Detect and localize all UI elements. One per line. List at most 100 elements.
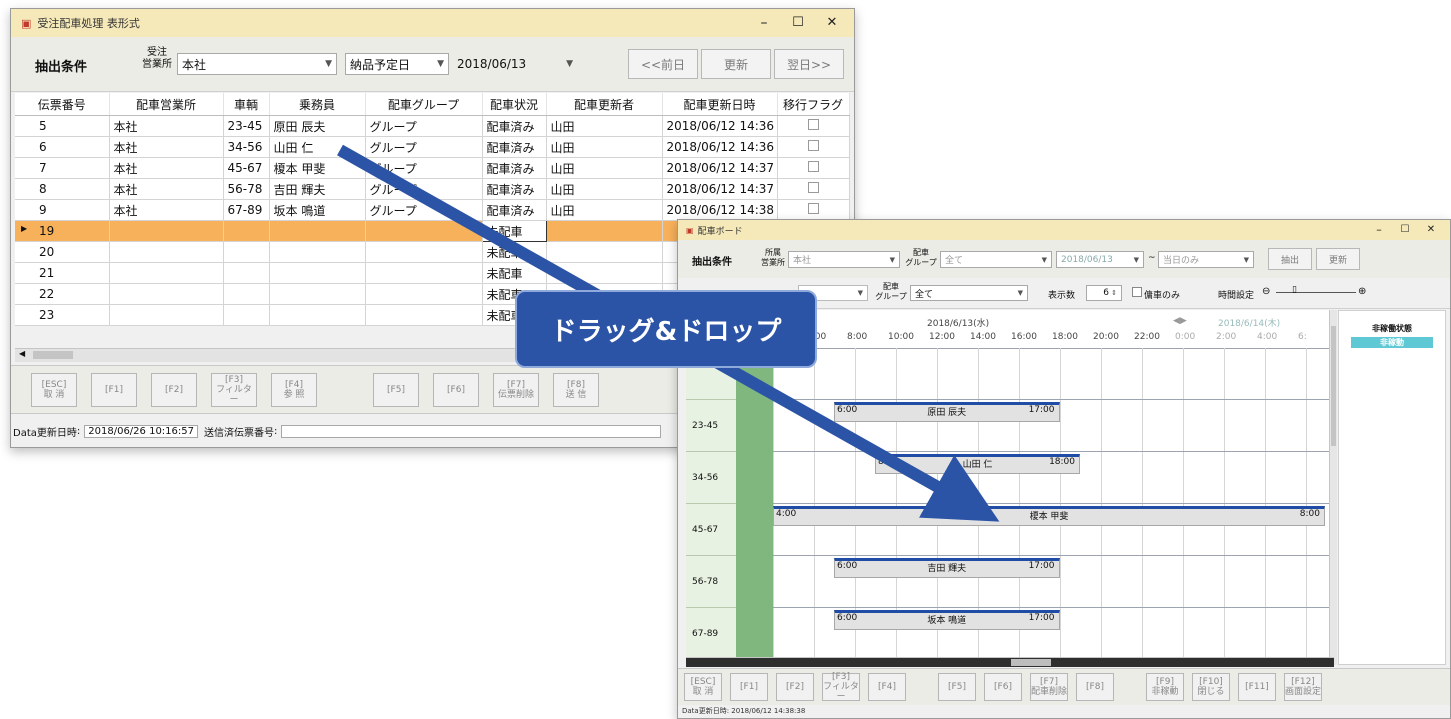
cell-status[interactable]: 配車済み [482, 115, 547, 137]
fkey-f8-button[interactable]: [F8] [1076, 673, 1114, 701]
minimize-icon[interactable]: – [749, 9, 779, 37]
cell-status[interactable]: 配車済み [482, 136, 547, 158]
fkey-f10-button[interactable]: [F10] 閉じる [1192, 673, 1230, 701]
prev-day-button[interactable]: <<前日 [628, 49, 698, 79]
refresh-button[interactable]: 更新 [701, 49, 771, 79]
vehicle-label[interactable]: 34-56 [686, 452, 736, 504]
scroll-thumb[interactable] [33, 351, 73, 359]
fkey-f1-button[interactable]: [F1] [91, 373, 137, 407]
maximize-icon[interactable]: ☐ [783, 9, 813, 37]
horizontal-scrollbar[interactable] [686, 657, 1334, 667]
dispatch-bar[interactable]: 4:00 榎本 甲斐 8:00 [773, 506, 1325, 526]
flag-checkbox[interactable] [807, 203, 819, 214]
group-select[interactable]: 全て ▼ [940, 251, 1052, 268]
table-row[interactable]: 6 本社 34-56 山田 仁グループ 配車済み 山田 2018/06/12 14:36 [15, 136, 850, 158]
group2-select[interactable]: 全て ▼ [910, 285, 1028, 301]
fkey-f4-button[interactable]: [F4] [868, 673, 906, 701]
column-header[interactable]: 配車営業所 [109, 93, 224, 116]
table-row[interactable]: 8 本社 56-78 吉田 輝夫 グループ 配車済み 山田 2018/06/12 14:37 [15, 178, 850, 200]
cell-flag[interactable] [777, 199, 850, 221]
column-header[interactable]: 乗務員 [269, 93, 366, 116]
office-select[interactable]: 本社 ▼ [788, 251, 900, 268]
fkey-f6-button[interactable]: [F6] [433, 373, 479, 407]
dispatch-bar[interactable]: 6:00 吉田 輝夫 17:00 [834, 558, 1060, 578]
table-row[interactable]: 7 本社 45-67 榎本 甲斐 グループ 配車済み 山田 2018/06/12 14:37 [15, 157, 850, 179]
vacant-checkbox[interactable] [1132, 287, 1142, 297]
date-picker[interactable]: 2018/06/13 ▼ [452, 53, 578, 75]
fkey-f1-button[interactable]: [F1] [730, 673, 768, 701]
fkey-f7-button[interactable]: [F7] 伝票削除 [493, 373, 539, 407]
chevron-down-icon: ▼ [1017, 289, 1023, 297]
fkey-f3-button[interactable]: [F3] フィルター [822, 672, 860, 702]
flag-checkbox[interactable] [807, 182, 819, 193]
cell-flag[interactable] [777, 178, 850, 200]
maximize-icon[interactable]: ☐ [1394, 220, 1416, 240]
scroll-thumb[interactable] [1331, 326, 1336, 446]
scroll-thumb[interactable] [1011, 659, 1051, 666]
cell-flag[interactable] [777, 136, 850, 158]
column-header[interactable]: 配車状況 [482, 93, 547, 116]
fkey-f7-button[interactable]: [F7] 配車削除 [1030, 673, 1068, 701]
fkey-f5-button[interactable]: [F5] [373, 373, 419, 407]
column-header[interactable]: 伝票番号 [15, 93, 110, 116]
side-status-badge[interactable]: 非稼動 [1351, 337, 1433, 348]
table-row[interactable]: 5 本社 23-45 原田 辰夫 グループ 配車済み 山田 2018/06/12 14:36 [15, 115, 850, 137]
vehicle-label[interactable]: 67-89 [686, 608, 736, 660]
fkey-f9-button[interactable]: [F9] 非稼動 [1146, 673, 1184, 701]
date-kind-select[interactable]: 納品予定日 ▼ [345, 53, 449, 75]
dispatch-bar[interactable]: 6:00 坂本 鳴道 17:00 [834, 610, 1060, 630]
vehicle-label[interactable]: 23-45 [686, 400, 736, 452]
flag-checkbox[interactable] [807, 161, 819, 172]
minimize-icon[interactable]: – [1368, 220, 1390, 240]
fkey-f8-button[interactable]: [F8] 送 信 [553, 373, 599, 407]
next-day-button[interactable]: 翌日>> [774, 49, 844, 79]
vehicle-label[interactable]: 56-78 [686, 556, 736, 608]
cell-status[interactable]: 未配車 [481, 220, 547, 242]
scroll-left-icon[interactable]: ◀ [19, 349, 25, 358]
dispatch-bar[interactable]: 8:00 山田 仁 18:00 [875, 454, 1080, 474]
cell-flag[interactable] [777, 157, 850, 179]
zoom-slider-thumb[interactable]: ▯ [1292, 285, 1297, 295]
count-stepper[interactable]: 6 ⇕ [1086, 285, 1122, 301]
cell-status[interactable]: 配車済み [482, 199, 547, 221]
zoom-slider[interactable] [1276, 292, 1356, 293]
column-header[interactable]: 移行フラグ [777, 93, 850, 116]
cell-status[interactable]: 配車済み [482, 178, 547, 200]
vertical-scrollbar[interactable] [1329, 310, 1337, 665]
vehicle-label[interactable]: 45-67 [686, 504, 736, 556]
fkey-f12-button[interactable]: [F12] 画面設定 [1284, 673, 1322, 701]
column-header[interactable]: 配車グループ [365, 93, 483, 116]
refresh-button[interactable]: 更新 [1316, 248, 1360, 270]
column-header[interactable]: 車輌 [223, 93, 270, 116]
cell-car [223, 220, 270, 242]
date-from-picker[interactable]: 2018/06/13 ▼ [1056, 251, 1144, 268]
column-header[interactable]: 配車更新日時 [662, 93, 778, 116]
fkey-esc-button[interactable]: [ESC] 取 消 [684, 673, 722, 701]
fkey-code: [F3] [225, 375, 243, 385]
fkey-f11-button[interactable]: [F11] [1238, 673, 1276, 701]
flag-checkbox[interactable] [807, 119, 819, 130]
zoom-out-icon[interactable]: ⊖ [1262, 286, 1270, 297]
day-nav-icon[interactable]: ◀▶ [1173, 316, 1187, 326]
fkey-esc-button[interactable]: [ESC] 取 消 [31, 373, 77, 407]
column-header[interactable]: 配車更新者 [546, 93, 663, 116]
fkey-f2-button[interactable]: [F2] [151, 373, 197, 407]
cell-flag[interactable] [777, 115, 850, 137]
fkey-f3-button[interactable]: [F3] フィルター [211, 373, 257, 407]
fkey-f6-button[interactable]: [F6] [984, 673, 1022, 701]
date-to-select[interactable]: 当日のみ ▼ [1158, 251, 1254, 268]
fkey-f5-button[interactable]: [F5] [938, 673, 976, 701]
cell-status[interactable]: 未配車 [482, 262, 547, 284]
office-select[interactable]: 本社 ▼ [177, 53, 337, 75]
cell-status[interactable]: 配車済み [482, 157, 547, 179]
table-row[interactable]: 9 本社 67-89 坂本 鳴道 グループ 配車済み 山田 2018/06/12 14:38 [15, 199, 850, 221]
fkey-f4-button[interactable]: [F4] 参 照 [271, 373, 317, 407]
dispatch-bar[interactable]: 6:00 原田 辰夫 17:00 [834, 402, 1060, 422]
extract-button[interactable]: 抽出 [1268, 248, 1312, 270]
flag-checkbox[interactable] [807, 140, 819, 151]
close-icon[interactable]: ✕ [817, 9, 847, 37]
fkey-f2-button[interactable]: [F2] [776, 673, 814, 701]
zoom-in-icon[interactable]: ⊕ [1358, 286, 1366, 297]
cell-status[interactable]: 未配車 [482, 241, 547, 263]
close-icon[interactable]: ✕ [1420, 220, 1442, 240]
